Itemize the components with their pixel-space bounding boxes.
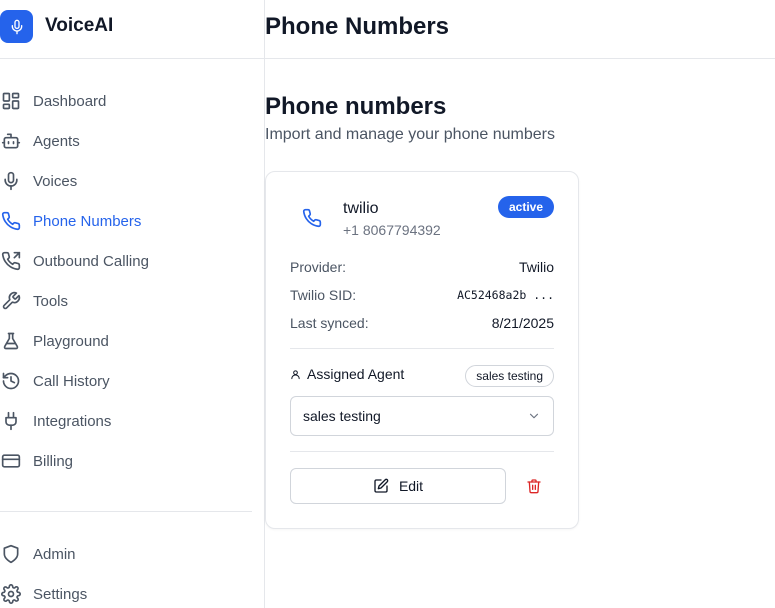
sidebar-item-label: Voices	[33, 172, 78, 190]
detail-key: Twilio SID:	[290, 287, 357, 303]
section-subtitle: Import and manage your phone numbers	[265, 126, 555, 143]
sidebar-item-settings[interactable]: Settings	[0, 574, 252, 608]
delete-button[interactable]	[524, 476, 544, 496]
sidebar-divider	[0, 511, 252, 512]
sidebar-item-label: Integrations	[33, 412, 112, 430]
assigned-agent-text: Assigned Agent	[307, 366, 405, 382]
detail-value: AC52468a2b ...	[457, 288, 554, 302]
sidebar-item-billing[interactable]: Billing	[0, 441, 252, 481]
detail-row-twilio-sid: Twilio SID: AC52468a2b ...	[290, 285, 554, 305]
phone-number-value: +1 8067794392	[343, 222, 441, 238]
flask-icon	[0, 330, 22, 352]
edit-button-label: Edit	[398, 478, 424, 494]
detail-value: 8/21/2025	[491, 315, 554, 331]
detail-value: Twilio	[518, 259, 554, 275]
detail-row-last-synced: Last synced: 8/21/2025	[290, 313, 554, 333]
mic-icon	[11, 19, 22, 34]
phone-icon	[302, 208, 322, 228]
sidebar-item-voices[interactable]: Voices	[0, 161, 252, 201]
sidebar-item-dashboard[interactable]: Dashboard	[0, 81, 252, 121]
sidebar-item-label: Settings	[33, 585, 88, 603]
sidebar-item-label: Admin	[33, 545, 76, 563]
user-icon	[291, 369, 300, 379]
wrench-icon	[0, 290, 22, 312]
detail-key: Provider:	[290, 259, 347, 275]
sidebar-item-phone-numbers[interactable]: Phone Numbers	[0, 201, 252, 241]
dashboard-icon	[0, 90, 22, 112]
sidebar-item-label: Playground	[33, 332, 109, 350]
sidebar-item-label: Tools	[33, 292, 69, 310]
sidebar-item-admin[interactable]: Admin	[0, 534, 252, 574]
card-divider	[290, 348, 554, 349]
sidebar-item-label: Call History	[33, 372, 110, 390]
page-header: Phone Numbers	[265, 0, 775, 59]
sidebar-item-label: Dashboard	[33, 92, 107, 110]
sidebar-item-outbound-calling[interactable]: Outbound Calling	[0, 241, 252, 281]
mic-icon	[0, 170, 22, 192]
sidebar: VoiceAI Dashboard Agents Voices Phone Nu…	[0, 0, 265, 608]
agent-select-value: sales testing	[303, 408, 381, 424]
sidebar-item-playground[interactable]: Playground	[0, 321, 252, 361]
sidebar-bottom-nav: Admin Settings	[0, 534, 252, 608]
sidebar-item-integrations[interactable]: Integrations	[0, 401, 252, 441]
edit-button[interactable]: Edit	[290, 468, 506, 504]
history-icon	[0, 370, 22, 392]
phone-number-card: twilio +1 8067794392 active Provider: Tw…	[265, 171, 579, 529]
shield-icon	[0, 543, 22, 565]
section-title: Phone numbers	[265, 93, 447, 120]
phone-icon	[0, 210, 22, 232]
phone-number-name: twilio	[343, 200, 379, 217]
gear-icon	[0, 583, 22, 605]
plug-icon	[0, 410, 22, 432]
phone-outgoing-icon	[0, 250, 22, 272]
trash-icon	[527, 479, 541, 494]
card-divider	[290, 451, 554, 452]
sidebar-item-label: Phone Numbers	[33, 212, 142, 230]
page-title: Phone Numbers	[265, 13, 450, 40]
sidebar-nav: Dashboard Agents Voices Phone Numbers Ou…	[0, 81, 252, 481]
sidebar-item-call-history[interactable]: Call History	[0, 361, 252, 401]
detail-row-provider: Provider: Twilio	[290, 257, 554, 277]
sidebar-item-agents[interactable]: Agents	[0, 121, 252, 161]
app-name: VoiceAI	[45, 15, 114, 36]
credit-card-icon	[0, 450, 22, 472]
status-badge: active	[497, 196, 554, 218]
agent-select[interactable]: sales testing	[290, 396, 554, 436]
brand-logo[interactable]	[0, 10, 33, 43]
sidebar-item-tools[interactable]: Tools	[0, 281, 252, 321]
chevron-down-icon	[529, 413, 539, 419]
detail-key: Last synced:	[290, 315, 369, 331]
sidebar-item-label: Agents	[33, 132, 80, 150]
sidebar-item-label: Outbound Calling	[33, 252, 149, 270]
bot-icon	[0, 130, 22, 152]
assigned-agent-label: Assigned Agent	[290, 366, 404, 382]
assigned-agent-badge: sales testing	[465, 365, 554, 387]
brand: VoiceAI	[0, 0, 264, 59]
edit-icon	[374, 478, 389, 493]
sidebar-item-label: Billing	[33, 452, 74, 470]
